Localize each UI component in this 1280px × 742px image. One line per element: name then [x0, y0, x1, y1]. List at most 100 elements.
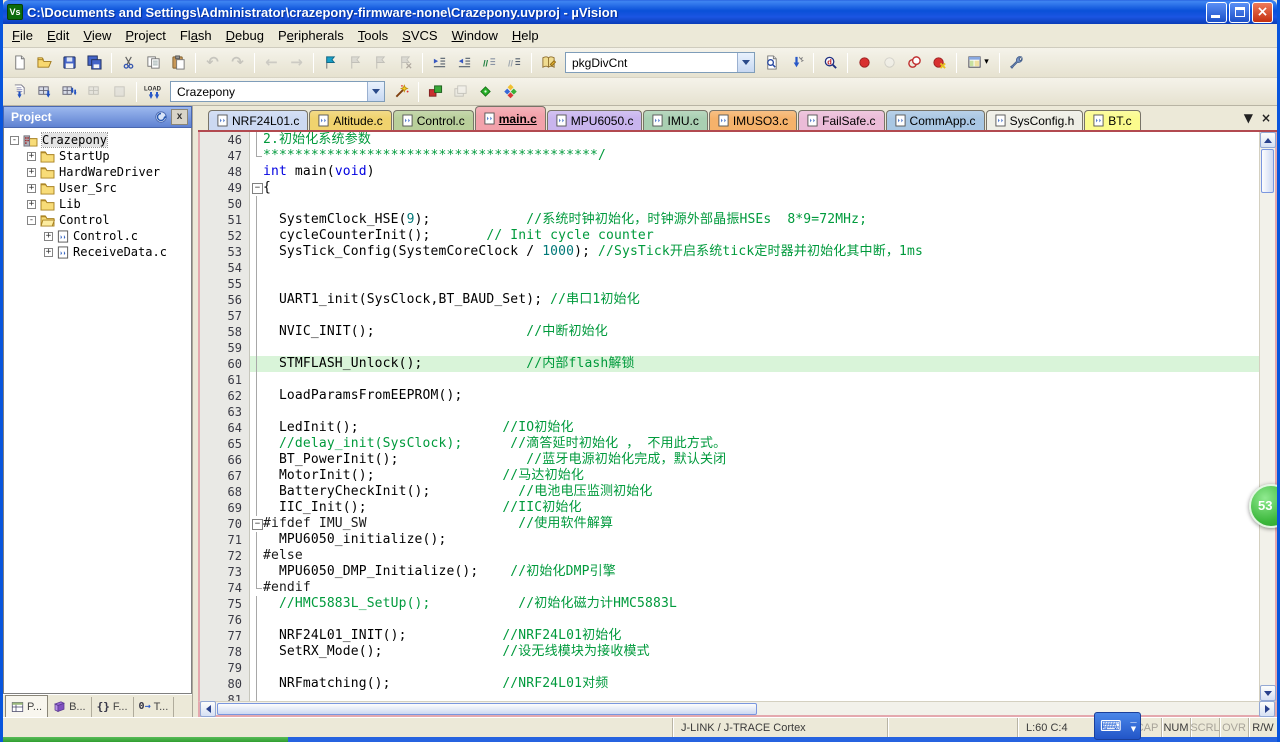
outdent-button[interactable] — [452, 51, 477, 74]
line-number[interactable]: 76 — [200, 612, 250, 628]
code-line[interactable]: 56 UART1_init(SysClock,BT_BAUD_Set); //串… — [200, 292, 1259, 308]
code-line-body[interactable]: UART1_init(SysClock,BT_BAUD_Set); //串口1初… — [250, 292, 1259, 308]
vertical-scroll-thumb[interactable] — [1261, 149, 1274, 193]
line-number[interactable]: 50 — [200, 196, 250, 212]
open-file-button[interactable] — [32, 51, 57, 74]
templates-view-tab[interactable]: 0→T... — [134, 697, 175, 717]
save-button[interactable] — [57, 51, 82, 74]
code-line-body[interactable] — [250, 612, 1259, 628]
code-line-body[interactable]: NVIC_INIT(); //中断初始化 — [250, 324, 1259, 340]
code-line[interactable]: 63 — [200, 404, 1259, 420]
keyboard-icon[interactable]: ⌨ — [1100, 719, 1130, 734]
code-line-body[interactable]: IIC_Init(); //IIC初始化 — [250, 500, 1259, 516]
code-line[interactable]: 70#ifdef IMU_SW //使用软件解算 — [200, 516, 1259, 532]
language-bar[interactable]: ⌨ —▼ — [1094, 712, 1141, 740]
line-number[interactable]: 69 — [200, 500, 250, 516]
menu-help[interactable]: Help — [505, 25, 546, 46]
tab-altitude-c[interactable]: Altitude.c — [309, 110, 391, 130]
tab-nrf24l01-c[interactable]: NRF24L01.c — [208, 110, 308, 130]
menu-edit[interactable]: Edit — [40, 25, 76, 46]
line-number[interactable]: 46 — [200, 132, 250, 148]
line-number[interactable]: 68 — [200, 484, 250, 500]
code-line-body[interactable] — [250, 308, 1259, 324]
menu-view[interactable]: View — [76, 25, 118, 46]
line-number[interactable]: 79 — [200, 660, 250, 676]
fold-collapse-icon[interactable] — [250, 516, 263, 532]
tab-close-button[interactable]: × — [1261, 110, 1271, 126]
line-number[interactable]: 64 — [200, 420, 250, 436]
current-line[interactable]: STMFLASH_Unlock(); //内部flash解锁 — [250, 356, 1259, 372]
scroll-up-button[interactable] — [1260, 132, 1276, 148]
find-in-files-button[interactable] — [759, 51, 784, 74]
code-line[interactable]: 80 NRFmatching(); //NRF24L01对频 — [200, 676, 1259, 692]
line-number[interactable]: 81 — [200, 692, 250, 701]
line-number[interactable]: 58 — [200, 324, 250, 340]
code-line-body[interactable]: BatteryCheckInit(); //电池电压监测初始化 — [250, 484, 1259, 500]
options-wand-button[interactable] — [389, 80, 414, 103]
collapse-icon[interactable]: - — [10, 136, 19, 145]
code-line-body[interactable]: cycleCounterInit(); // Init cycle counte… — [250, 228, 1259, 244]
line-number[interactable]: 74 — [200, 580, 250, 596]
save-all-button[interactable] — [82, 51, 107, 74]
code-line-body[interactable]: { — [250, 180, 1259, 196]
code-line-body[interactable]: int main(void) — [250, 164, 1259, 180]
tab-imu-c[interactable]: IMU.c — [643, 110, 707, 130]
flash-load-button[interactable]: LOAD — [141, 80, 166, 103]
line-number[interactable]: 77 — [200, 628, 250, 644]
title-bar[interactable]: Vs C:\Documents and Settings\Administrat… — [3, 0, 1277, 24]
line-number[interactable]: 52 — [200, 228, 250, 244]
tree-item-control[interactable]: -Control — [4, 212, 191, 228]
code-line[interactable]: 57 — [200, 308, 1259, 324]
code-line-body[interactable]: #endif — [250, 580, 1259, 596]
tree-item-startup[interactable]: +StartUp — [4, 148, 191, 164]
chevron-down-icon[interactable] — [367, 82, 384, 101]
line-number[interactable]: 71 — [200, 532, 250, 548]
code-line[interactable]: 58 NVIC_INIT(); //中断初始化 — [200, 324, 1259, 340]
tab-bt-c[interactable]: BT.c — [1084, 110, 1140, 130]
code-line-body[interactable] — [250, 372, 1259, 388]
code-line[interactable]: 79 — [200, 660, 1259, 676]
menu-project[interactable]: Project — [118, 25, 173, 46]
line-number[interactable]: 70 — [200, 516, 250, 532]
code-line-body[interactable]: LedInit(); //IO初始化 — [250, 420, 1259, 436]
code-line-body[interactable] — [250, 260, 1259, 276]
code-line-body[interactable]: #else — [250, 548, 1259, 564]
uvision-logo-icon[interactable]: Vs — [7, 4, 23, 20]
menu-svcs[interactable]: SVCS — [395, 25, 444, 46]
breakpoint-kill-all-button[interactable] — [927, 51, 952, 74]
copy-button[interactable] — [141, 51, 166, 74]
code-line-body[interactable]: SysTick_Config(SystemCoreClock / 1000); … — [250, 244, 1259, 260]
code-line-body[interactable]: #ifdef IMU_SW //使用软件解算 — [250, 516, 1259, 532]
build-button[interactable] — [32, 80, 57, 103]
code-line[interactable]: 67 MotorInit(); //马达初始化 — [200, 468, 1259, 484]
line-number[interactable]: 65 — [200, 436, 250, 452]
language-bar-controls[interactable]: —▼ — [1130, 719, 1137, 733]
tree-item-receivedata-c[interactable]: +ReceiveData.c — [4, 244, 191, 260]
expand-icon[interactable]: + — [27, 168, 36, 177]
line-number[interactable]: 57 — [200, 308, 250, 324]
project-panel-close-button[interactable]: x — [171, 109, 188, 125]
code-line-body[interactable] — [250, 276, 1259, 292]
expand-icon[interactable]: + — [27, 184, 36, 193]
code-line[interactable]: 81 — [200, 692, 1259, 701]
code-line-body[interactable]: SystemClock_HSE(9); //系统时钟初始化，时钟源外部晶振HSE… — [250, 212, 1259, 228]
find-book-button[interactable] — [536, 51, 561, 74]
code-line[interactable]: 60 STMFLASH_Unlock(); //内部flash解锁 — [200, 356, 1259, 372]
menu-tools[interactable]: Tools — [351, 25, 395, 46]
code-line[interactable]: 47**************************************… — [200, 148, 1259, 164]
code-line-body[interactable]: BT_PowerInit(); //蓝牙电源初始化完成，默认关闭 — [250, 452, 1259, 468]
code-line-body[interactable]: ****************************************… — [250, 148, 1259, 164]
code-line[interactable]: 61 — [200, 372, 1259, 388]
code-line[interactable]: 66 BT_PowerInit(); //蓝牙电源初始化完成，默认关闭 — [200, 452, 1259, 468]
functions-view-tab[interactable]: {}F... — [92, 697, 134, 717]
code-line[interactable]: 59 — [200, 340, 1259, 356]
debug-diamond-button[interactable] — [473, 80, 498, 103]
code-editor[interactable]: 462.初始化系统参数47***************************… — [200, 132, 1259, 701]
cut-button[interactable] — [116, 51, 141, 74]
line-number[interactable]: 75 — [200, 596, 250, 612]
new-file-button[interactable] — [7, 51, 32, 74]
code-line-body[interactable]: SetRX_Mode(); //设无线模块为接收模式 — [250, 644, 1259, 660]
scroll-right-button[interactable] — [1259, 701, 1275, 717]
uncomment-selection-button[interactable]: // — [502, 51, 527, 74]
horizontal-scroll-thumb[interactable] — [217, 703, 757, 715]
